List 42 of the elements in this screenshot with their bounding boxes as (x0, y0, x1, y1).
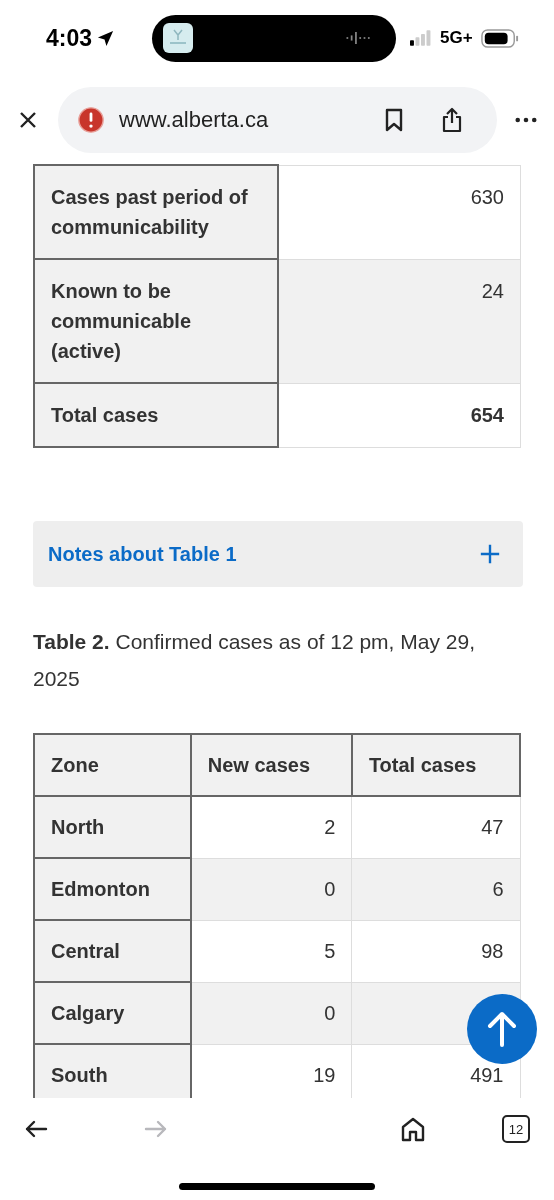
table-caption: Table 2. Confirmed cases as of 12 pm, May 29, 2025 (33, 629, 476, 692)
more-icon[interactable] (515, 117, 537, 123)
audio-wave-icon (345, 32, 372, 44)
column-header: Total cases (351, 734, 520, 796)
row-header: Cases past period of communicability (34, 165, 278, 259)
bookmark-icon[interactable] (384, 108, 404, 132)
row-header: Total cases (34, 383, 278, 447)
battery-icon (480, 28, 519, 48)
table-cell: 654 (277, 383, 521, 447)
table-cell: 630 (277, 165, 521, 259)
table-cell: 6 (351, 858, 520, 920)
url-text: www.alberta.ca (119, 107, 270, 133)
table-cell: 98 (351, 920, 520, 982)
notes-accordion[interactable]: Notes about Table 1 (33, 521, 523, 587)
row-header: North (34, 796, 191, 858)
home-icon[interactable] (400, 1116, 426, 1142)
warning-icon (77, 106, 105, 134)
row-header: South (34, 1044, 191, 1098)
row-header: Calgary (34, 982, 191, 1044)
table-cell: 24 (277, 259, 521, 383)
row-header: Central (34, 920, 191, 982)
network-label: 5G+ (440, 28, 473, 48)
app-icon (163, 23, 193, 53)
status-time: 4:03 (46, 24, 93, 52)
table-cell: 0 (190, 858, 352, 920)
column-header: Zone (34, 734, 191, 796)
tabs-button[interactable]: 12 (502, 1115, 530, 1143)
close-icon[interactable] (18, 110, 38, 130)
back-arrow-icon[interactable] (24, 1119, 48, 1139)
scroll-to-top-button[interactable] (467, 994, 537, 1064)
table-cell: 5 (190, 920, 352, 982)
notes-title: Notes about Table 1 (48, 542, 237, 566)
signal-icon (410, 30, 432, 46)
table-cell: 2 (190, 796, 352, 858)
row-header: Edmonton (34, 858, 191, 920)
table-cell: 0 (190, 982, 352, 1044)
row-header: Known to be communicable (active) (34, 259, 278, 383)
location-arrow-icon (96, 28, 116, 48)
table-cell: 47 (351, 796, 520, 858)
address-bar[interactable]: www.alberta.ca (58, 87, 497, 153)
column-header: New cases (190, 734, 352, 796)
share-icon[interactable] (441, 107, 463, 133)
